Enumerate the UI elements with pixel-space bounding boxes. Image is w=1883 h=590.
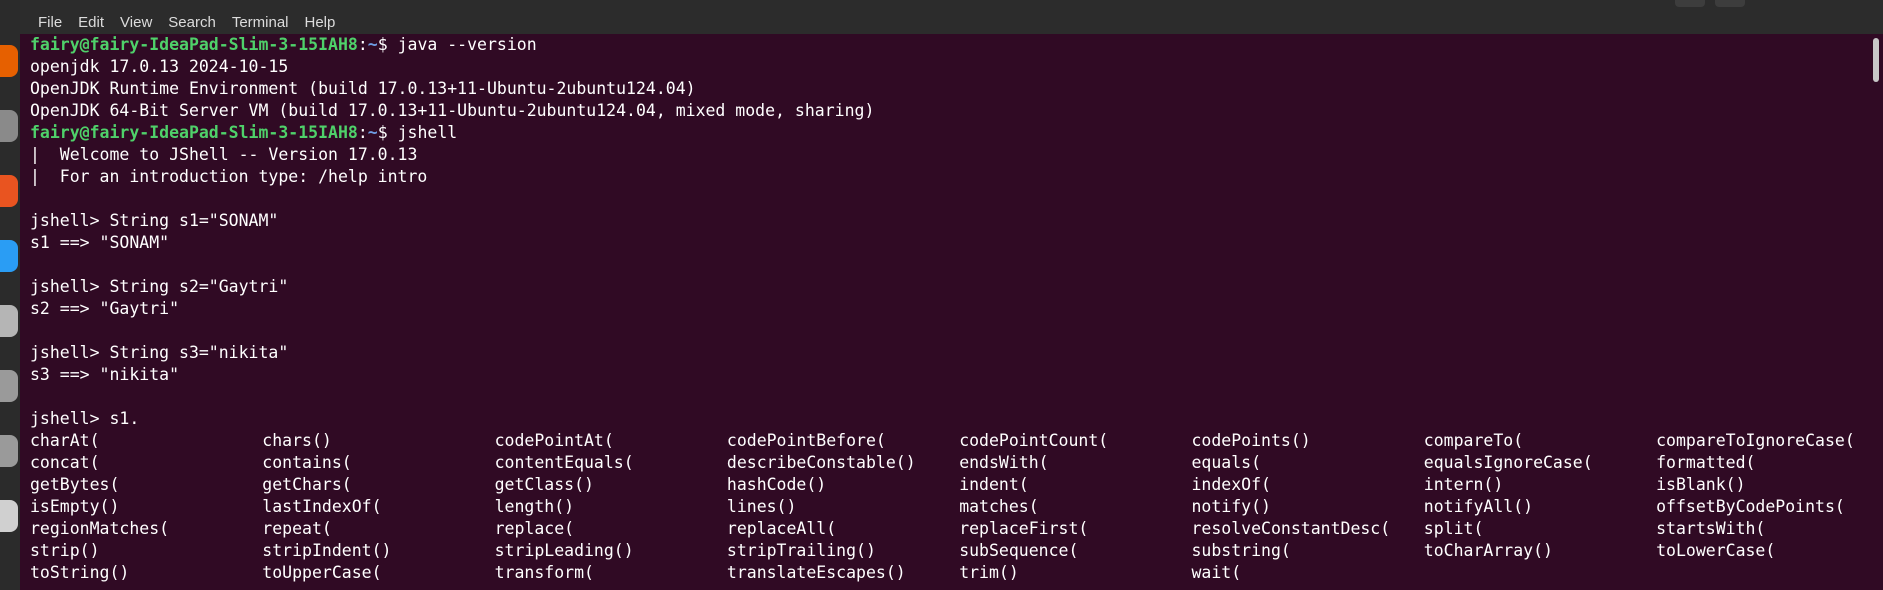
completion-item: getChars( — [262, 475, 352, 494]
menu-search[interactable]: Search — [160, 14, 224, 31]
completion-item: getClass() — [494, 475, 594, 494]
files-icon[interactable] — [0, 110, 18, 142]
prompt-separator: : — [357, 35, 368, 54]
completion-item: hashCode() — [726, 475, 827, 494]
output-line: jshell> String s2="Gaytri" — [30, 277, 289, 296]
completion-item: matches( — [959, 497, 1039, 516]
drive-icon[interactable] — [0, 370, 18, 402]
prompt-symbol: $ — [377, 123, 398, 142]
completion-item: transform( — [494, 563, 594, 582]
menu-view[interactable]: View — [112, 14, 160, 31]
completion-item: replace( — [494, 519, 575, 538]
completion-item: wait( — [1191, 563, 1242, 582]
completion-item: length() — [494, 497, 575, 516]
search-tool-icon[interactable] — [0, 305, 18, 337]
title-strip — [20, 0, 1883, 10]
completion-item: split( — [1423, 519, 1484, 538]
completion-item: notify() — [1191, 497, 1271, 516]
prompt-separator: : — [357, 123, 368, 142]
completion-item: resolveConstantDesc( — [1191, 519, 1391, 538]
output-line: s1 ==> "SONAM" — [30, 233, 170, 252]
completion-item: lastIndexOf( — [262, 497, 382, 516]
completion-item: chars() — [262, 431, 332, 450]
drive-icon-2[interactable] — [0, 435, 18, 467]
completion-item: stripIndent() — [262, 541, 392, 560]
completion-item: stripTrailing() — [726, 541, 876, 560]
completion-item: indent( — [959, 475, 1029, 494]
firefox-icon[interactable] — [0, 45, 18, 77]
output-line: OpenJDK Runtime Environment (build 17.0.… — [30, 79, 696, 98]
completion-item: intern() — [1423, 475, 1504, 494]
completion-item: contains( — [262, 453, 352, 472]
menu-help[interactable]: Help — [297, 14, 344, 31]
completion-item: endsWith( — [959, 453, 1049, 472]
completion-item: concat( — [30, 453, 100, 472]
output-line: jshell> s1. — [30, 409, 140, 428]
prompt-path: ~ — [367, 35, 378, 54]
completion-item: translateEscapes() — [726, 563, 906, 582]
completion-item: subSequence( — [959, 541, 1079, 560]
menu-terminal[interactable]: Terminal — [224, 14, 297, 31]
completion-item: formatted( — [1656, 453, 1756, 472]
prompt-path: ~ — [367, 123, 378, 142]
completion-item: charAt( — [30, 431, 100, 450]
app-center-icon[interactable] — [0, 175, 18, 207]
completion-item: toLowerCase( — [1656, 541, 1776, 560]
completion-item: trim() — [959, 563, 1019, 582]
completion-item: codePointCount( — [959, 431, 1109, 450]
completion-item: repeat( — [262, 519, 332, 538]
output-line: jshell> String s1="SONAM" — [30, 211, 279, 230]
shell-prompt-line: fairy@fairy-IdeaPad-Slim-3-15IAH8:~$ jsh… — [30, 122, 457, 144]
output-line: | Welcome to JShell -- Version 17.0.13 — [30, 145, 418, 164]
output-line: s3 ==> "nikita" — [30, 365, 180, 384]
menu-file[interactable]: File — [20, 14, 70, 31]
window-button[interactable] — [1675, 0, 1705, 7]
prompt-symbol: $ — [377, 35, 398, 54]
prompt-user-host: fairy@fairy-IdeaPad-Slim-3-15IAH8 — [30, 123, 358, 142]
completion-item: codePointAt( — [494, 431, 614, 450]
completion-item: describeConstable() — [726, 453, 916, 472]
scrollbar-thumb[interactable] — [1873, 38, 1879, 82]
output-line: OpenJDK 64-Bit Server VM (build 17.0.13+… — [30, 101, 875, 120]
completion-item: equals( — [1191, 453, 1262, 472]
completion-item: strip() — [30, 541, 100, 560]
output-line: s2 ==> "Gaytri" — [30, 299, 180, 318]
shell-prompt-line: fairy@fairy-IdeaPad-Slim-3-15IAH8:~$ jav… — [30, 34, 537, 56]
completion-item: regionMatches( — [30, 519, 170, 538]
completion-item: compareTo( — [1423, 431, 1524, 450]
prompt-user-host: fairy@fairy-IdeaPad-Slim-3-15IAH8 — [30, 35, 358, 54]
help-icon[interactable] — [0, 240, 18, 272]
terminal-output[interactable]: fairy@fairy-IdeaPad-Slim-3-15IAH8:~$ jav… — [20, 34, 1873, 590]
output-line: jshell> String s3="nikita" — [30, 343, 289, 362]
document-icon[interactable] — [0, 500, 18, 532]
completion-item: notifyAll() — [1423, 497, 1534, 516]
completion-item: isEmpty() — [30, 497, 120, 516]
prompt-command: jshell — [397, 123, 458, 142]
completion-item: compareToIgnoreCase( — [1656, 431, 1855, 450]
completion-item: stripLeading() — [494, 541, 634, 560]
completion-item: offsetByCodePoints( — [1656, 497, 1845, 516]
completion-item: replaceAll( — [726, 519, 837, 538]
completion-item: toUpperCase( — [262, 563, 382, 582]
window-button[interactable] — [1715, 0, 1745, 7]
completion-item: getBytes( — [30, 475, 120, 494]
completion-item: startsWith( — [1656, 519, 1766, 538]
menu-bar: File Edit View Search Terminal Help — [20, 10, 1883, 34]
completion-item: codePoints() — [1191, 431, 1311, 450]
completion-item: codePointBefore( — [726, 431, 886, 450]
completion-item: indexOf( — [1191, 475, 1271, 494]
completion-item: lines() — [726, 497, 797, 516]
menu-edit[interactable]: Edit — [70, 14, 112, 31]
completion-item: toCharArray() — [1423, 541, 1553, 560]
completion-item: equalsIgnoreCase( — [1423, 453, 1593, 472]
completion-item: substring( — [1191, 541, 1291, 560]
completion-item: toString() — [30, 563, 130, 582]
completion-item: replaceFirst( — [959, 519, 1089, 538]
completion-item: contentEquals( — [494, 453, 634, 472]
completion-item: isBlank() — [1656, 475, 1746, 494]
output-line: | For an introduction type: /help intro — [30, 167, 428, 186]
dock — [0, 0, 20, 590]
output-line: openjdk 17.0.13 2024-10-15 — [30, 57, 289, 76]
prompt-command: java --version — [397, 35, 537, 54]
